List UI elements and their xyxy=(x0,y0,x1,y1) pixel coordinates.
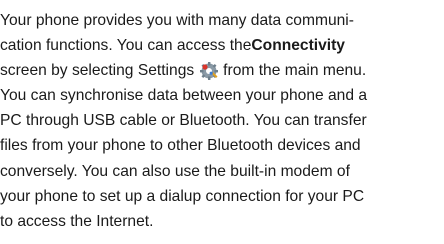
text-line-8: your phone to set up a dialup connection… xyxy=(0,187,365,205)
body-paragraph: Your phone provides you with many data c… xyxy=(0,8,444,234)
text-line: Your phone provides you with many data c… xyxy=(0,8,444,33)
settings-gear-icon xyxy=(199,61,219,80)
text-line: screen by selecting Settings from the ma… xyxy=(0,58,444,83)
text-line: You can synchronise data between your ph… xyxy=(0,83,444,108)
text-line-1: Your phone provides you with many data c… xyxy=(0,12,354,29)
text-line: to access the Internet. xyxy=(0,209,444,234)
text-line: your phone to set up a dialup connection… xyxy=(0,184,444,209)
text-line: conversely. You can also use the built-i… xyxy=(0,159,444,184)
text-line-2: cation functions. You can access the xyxy=(0,37,252,55)
text-line-9: to access the Internet. xyxy=(0,212,154,230)
text-line-7: conversely. You can also use the built-i… xyxy=(0,162,350,180)
text-line-5: PC through USB cable or Bluetooth. You c… xyxy=(0,112,367,130)
text-line-3b: from the main menu. xyxy=(223,62,367,80)
text-line: cation functions. You can access the Con… xyxy=(0,33,444,58)
text-line-4: You can synchronise data between your ph… xyxy=(0,87,368,105)
text-line-6: files from your phone to other Bluetooth… xyxy=(0,137,361,155)
text-line: files from your phone to other Bluetooth… xyxy=(0,133,444,158)
text-line: PC through USB cable or Bluetooth. You c… xyxy=(0,108,444,133)
connectivity-term: Connectivity xyxy=(251,37,345,55)
text-line-3a: screen by selecting Settings xyxy=(0,62,195,80)
